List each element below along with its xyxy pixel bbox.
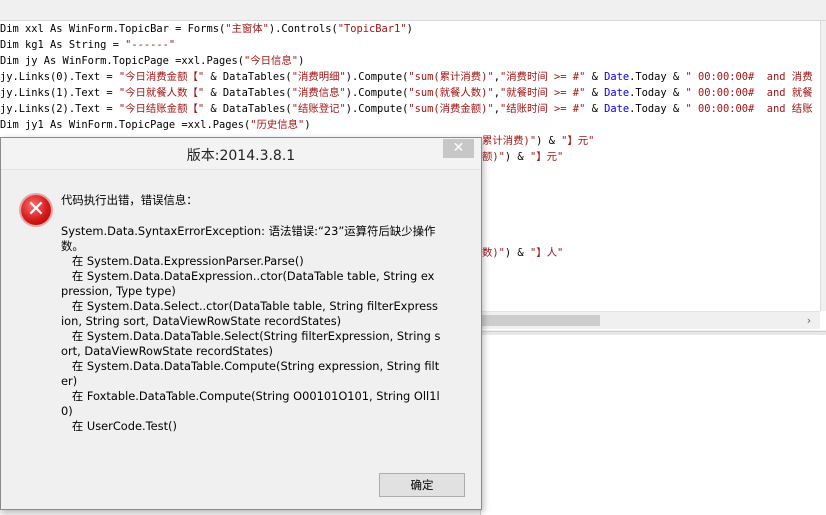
- code-token: Dim kg1 As String =: [0, 39, 126, 51]
- code-token: ).Controls(: [268, 23, 338, 35]
- code-token: &: [585, 103, 605, 115]
- code-token: ): [304, 119, 311, 131]
- code-token: "】人": [529, 247, 564, 259]
- code-token: .Today &: [629, 87, 686, 99]
- code-token: ) &: [504, 151, 530, 163]
- code-token: "主窗体": [225, 23, 269, 35]
- code-token: "消费明细": [291, 71, 346, 83]
- close-icon: ✕: [452, 140, 465, 156]
- code-token: .Today &: [629, 103, 686, 115]
- code-line: Dim jy1 As WinForm.TopicPage =xxl.Pages(…: [0, 117, 311, 133]
- close-button[interactable]: ✕: [443, 139, 474, 158]
- code-line-fragment: 额)") & "】元": [482, 149, 563, 165]
- error-details: System.Data.SyntaxErrorException: 语法错误:“…: [61, 224, 441, 434]
- code-token: ) &: [504, 247, 530, 259]
- code-token: ) &: [536, 135, 562, 147]
- ok-button[interactable]: 确定: [379, 473, 465, 497]
- code-token: "】元": [529, 151, 564, 163]
- stack-trace-line: 在 System.Data.Select..ctor(DataTable tab…: [61, 299, 438, 328]
- code-token: Date: [604, 71, 630, 83]
- code-token: "】元": [561, 135, 595, 147]
- code-token: "结账登记": [291, 103, 346, 115]
- code-token: "今日消费金额【": [118, 71, 205, 83]
- code-token: "今日结账金额【": [118, 103, 205, 115]
- code-token: ).Compute(: [345, 103, 409, 115]
- code-token: " 00:00:00# and 消费: [685, 71, 813, 83]
- output-pane: [480, 335, 826, 515]
- code-token: 累计消费)": [482, 135, 537, 147]
- dialog-title: 版本:2014.3.8.1: [186, 148, 296, 164]
- error-message: 代码执行出错，错误信息： System.Data.SyntaxErrorExce…: [61, 193, 441, 434]
- code-token: "------": [125, 39, 176, 51]
- code-token: .Today &: [629, 71, 686, 83]
- code-line-fragment: 数)") & "】人": [482, 245, 563, 261]
- code-token: &: [585, 71, 605, 83]
- code-token: Dim jy As WinForm.TopicPage =xxl.Pages(: [0, 55, 244, 67]
- code-token: "今日信息": [243, 55, 299, 67]
- error-headline: 代码执行出错，错误信息：: [61, 193, 198, 207]
- code-token: " 00:00:00# and 结账: [685, 103, 813, 115]
- stack-trace-line: 在 Foxtable.DataTable.Compute(String O001…: [61, 389, 440, 418]
- error-dialog: 版本:2014.3.8.1 ✕ ✕ 代码执行出错，错误信息： System.Da…: [0, 137, 482, 510]
- code-line: Dim kg1 As String = "------": [0, 37, 175, 53]
- stack-trace-line: 在 System.Data.DataExpression..ctor(DataT…: [61, 269, 435, 298]
- code-line-fragment: 累计消费)") & "】元": [482, 133, 594, 149]
- code-token: & DataTables(: [204, 103, 292, 115]
- error-icon: ✕: [21, 195, 51, 225]
- code-token: Dim xxl As WinForm.TopicBar = Forms(: [0, 23, 226, 35]
- stack-trace-line: 在 System.Data.ExpressionParser.Parse(): [61, 254, 304, 268]
- code-token: ): [406, 23, 413, 35]
- code-token: Date: [604, 87, 630, 99]
- code-token: "就餐时间 >= #": [499, 87, 586, 99]
- code-token: Date: [604, 103, 630, 115]
- code-token: "消费信息": [291, 87, 346, 99]
- code-line: Dim xxl As WinForm.TopicBar = Forms("主窗体…: [0, 21, 413, 37]
- code-token: & DataTables(: [204, 87, 292, 99]
- dialog-titlebar[interactable]: 版本:2014.3.8.1 ✕: [1, 138, 481, 170]
- code-token: "消费时间 >= #": [499, 71, 586, 83]
- code-token: &: [585, 87, 605, 99]
- code-token: " 00:00:00# and 就餐: [685, 87, 813, 99]
- editor-top-strip: [0, 0, 826, 21]
- scrollbar-thumb[interactable]: [480, 315, 600, 326]
- code-token: ).Compute(: [345, 71, 409, 83]
- horizontal-scrollbar[interactable]: ›: [480, 311, 820, 329]
- code-token: & DataTables(: [204, 71, 292, 83]
- code-line: Dim jy As WinForm.TopicPage =xxl.Pages("…: [0, 53, 304, 69]
- stack-trace-line: 在 System.Data.DataTable.Compute(String e…: [61, 359, 440, 388]
- code-token: "sum(累计消费)": [408, 71, 494, 83]
- scroll-right-arrow-icon[interactable]: ›: [802, 312, 816, 329]
- code-line: jy.Links(2).Text = "今日结账金额【" & DataTable…: [0, 101, 813, 117]
- code-token: "结账时间 >= #": [499, 103, 586, 115]
- stack-trace-line: 在 System.Data.DataTable.Select(String fi…: [61, 329, 441, 358]
- code-token: jy.Links(1).Text =: [0, 87, 119, 99]
- code-token: ): [298, 55, 305, 67]
- code-token: 额)": [482, 151, 505, 163]
- error-icon-glyph: ✕: [26, 197, 46, 222]
- code-token: jy.Links(0).Text =: [0, 71, 119, 83]
- code-token: "历史信息": [250, 119, 305, 131]
- code-token: "今日就餐人数【": [118, 87, 205, 99]
- code-token: "sum(就餐人数)": [408, 87, 494, 99]
- code-token: jy.Links(2).Text =: [0, 103, 119, 115]
- code-line: jy.Links(1).Text = "今日就餐人数【" & DataTable…: [0, 85, 813, 101]
- code-token: "sum(消费金额)": [408, 103, 494, 115]
- stack-trace-line: 在 UserCode.Test(): [61, 419, 177, 433]
- code-token: 数)": [482, 247, 505, 259]
- code-token: Dim jy1 As WinForm.TopicPage =xxl.Pages(: [0, 119, 251, 131]
- editor-right-edge: [820, 21, 826, 311]
- code-line: jy.Links(0).Text = "今日消费金额【" & DataTable…: [0, 69, 813, 85]
- code-token: ).Compute(: [345, 87, 409, 99]
- code-token: "TopicBar1": [337, 23, 407, 35]
- exception-text: System.Data.SyntaxErrorException: 语法错误:“…: [61, 224, 436, 253]
